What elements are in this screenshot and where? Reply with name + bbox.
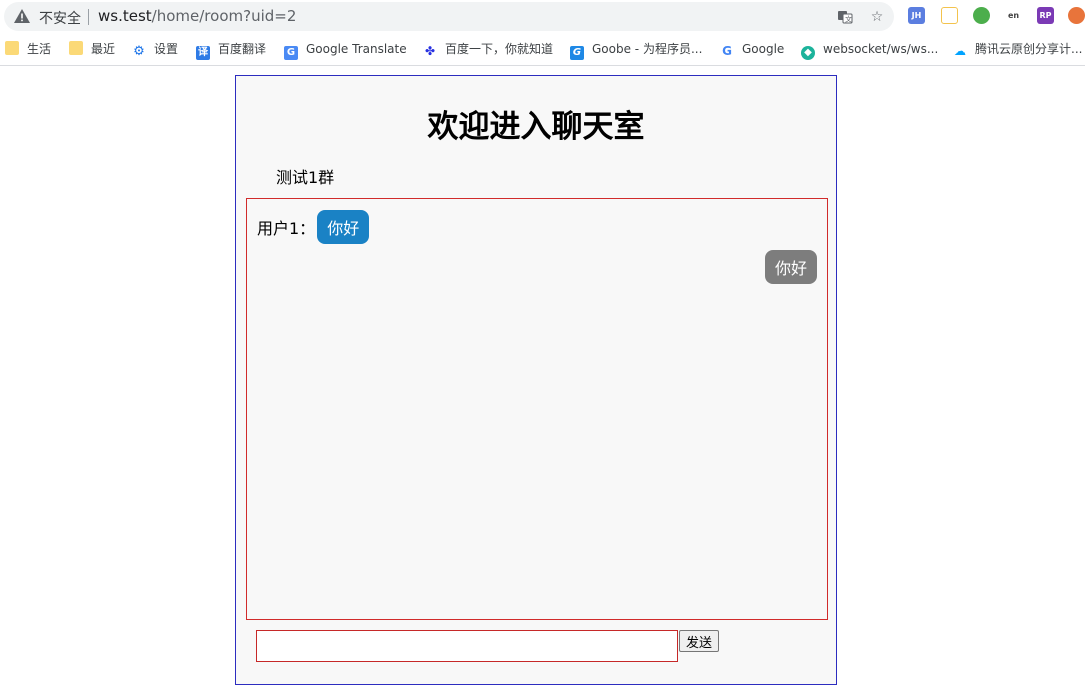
extension-en-icon[interactable]: en — [1005, 7, 1022, 24]
warning-icon[interactable] — [14, 9, 30, 23]
url-text[interactable]: ws.test/home/room?uid=2 — [98, 7, 296, 25]
extension-jh-icon[interactable]: JH — [908, 7, 925, 24]
url-path: /home/room?uid=2 — [151, 7, 297, 25]
bookmark-label: 百度一下，你就知道 — [445, 42, 554, 56]
bookmark-websocket[interactable]: ◆ websocket/ws/ws... — [801, 41, 939, 60]
svg-text:文: 文 — [845, 15, 852, 24]
websocket-icon: ◆ — [801, 46, 815, 60]
bookmark-goobe[interactable]: G Goobe - 为程序员... — [570, 41, 703, 60]
send-button[interactable]: 发送 — [679, 630, 720, 652]
bookmark-label: 腾讯云原创分享计... — [975, 42, 1083, 56]
translate-page-icon[interactable]: 文 — [837, 9, 853, 25]
bookmark-label: Google — [742, 42, 785, 56]
bookmark-label: 最近 — [91, 42, 116, 56]
message-input[interactable] — [256, 630, 678, 662]
message-list[interactable]: 用户1： 你好 你好 — [246, 198, 828, 620]
omnibox-separator — [88, 9, 89, 25]
group-name: 测试1群 — [276, 168, 335, 187]
bookmark-tencent-cloud[interactable]: ☁ 腾讯云原创分享计... — [953, 41, 1082, 59]
chat-room-container: 欢迎进入聊天室 测试1群 用户1： 你好 你好 发送 — [235, 75, 837, 685]
baidu-icon: ✤ — [424, 44, 436, 58]
outgoing-bubble: 你好 — [764, 250, 817, 284]
bookmark-baidu[interactable]: ✤ 百度一下，你就知道 — [423, 41, 553, 59]
bookmark-google[interactable]: G Google — [720, 41, 784, 59]
google-icon: G — [722, 44, 732, 58]
bookmark-label: websocket/ws/ws... — [823, 42, 939, 56]
translate-icon: 译 — [196, 46, 210, 60]
extension-rp-icon[interactable]: RP — [1037, 7, 1054, 24]
incoming-bubble: 你好 — [317, 210, 370, 244]
bookmark-baidu-fanyi[interactable]: 译百度翻译 — [196, 41, 267, 60]
page-title: 欢迎进入聊天室 — [427, 109, 645, 145]
extension-notes-icon[interactable] — [941, 7, 958, 24]
incoming-message: 用户1： 你好 — [257, 210, 370, 244]
extension-orange-icon[interactable] — [1068, 7, 1085, 24]
bookmark-google-translate[interactable]: G Google Translate — [284, 41, 407, 60]
omnibox[interactable]: 不安全 ws.test/home/room?uid=2 文 ☆ — [4, 2, 894, 31]
folder-icon — [69, 41, 83, 55]
bookmark-label: 生活 — [27, 42, 52, 56]
folder-icon — [5, 41, 19, 55]
bookmarks-bar: 生活 最近 ⚙ 设置 译百度翻译 G Google Translate ✤ 百度一下，… — [0, 34, 1085, 66]
bookmark-label: Google Translate — [306, 42, 407, 56]
star-icon[interactable]: ☆ — [869, 9, 885, 25]
bookmark-shenghuo[interactable]: 生活 — [5, 41, 51, 59]
goobe-icon: G — [570, 46, 584, 60]
composer: 发送 — [256, 630, 720, 662]
bookmark-label: 百度翻译 — [218, 42, 267, 56]
bookmark-label: 设置 — [154, 42, 179, 56]
bookmark-shezhi[interactable]: ⚙ 设置 — [132, 41, 178, 59]
url-host: ws.test — [98, 7, 152, 25]
security-label[interactable]: 不安全 — [39, 8, 81, 28]
gear-icon: ⚙ — [133, 44, 145, 59]
bookmark-zuijin[interactable]: 最近 — [69, 41, 115, 59]
cloud-icon: ☁ — [954, 44, 966, 58]
browser-toolbar: 不安全 ws.test/home/room?uid=2 文 ☆ JH en RP — [0, 0, 1085, 34]
google-translate-icon: G — [284, 46, 298, 60]
bookmark-label: Goobe - 为程序员... — [592, 42, 703, 56]
sender-name: 用户1： — [257, 219, 316, 238]
extension-wechat-icon[interactable] — [973, 7, 990, 24]
